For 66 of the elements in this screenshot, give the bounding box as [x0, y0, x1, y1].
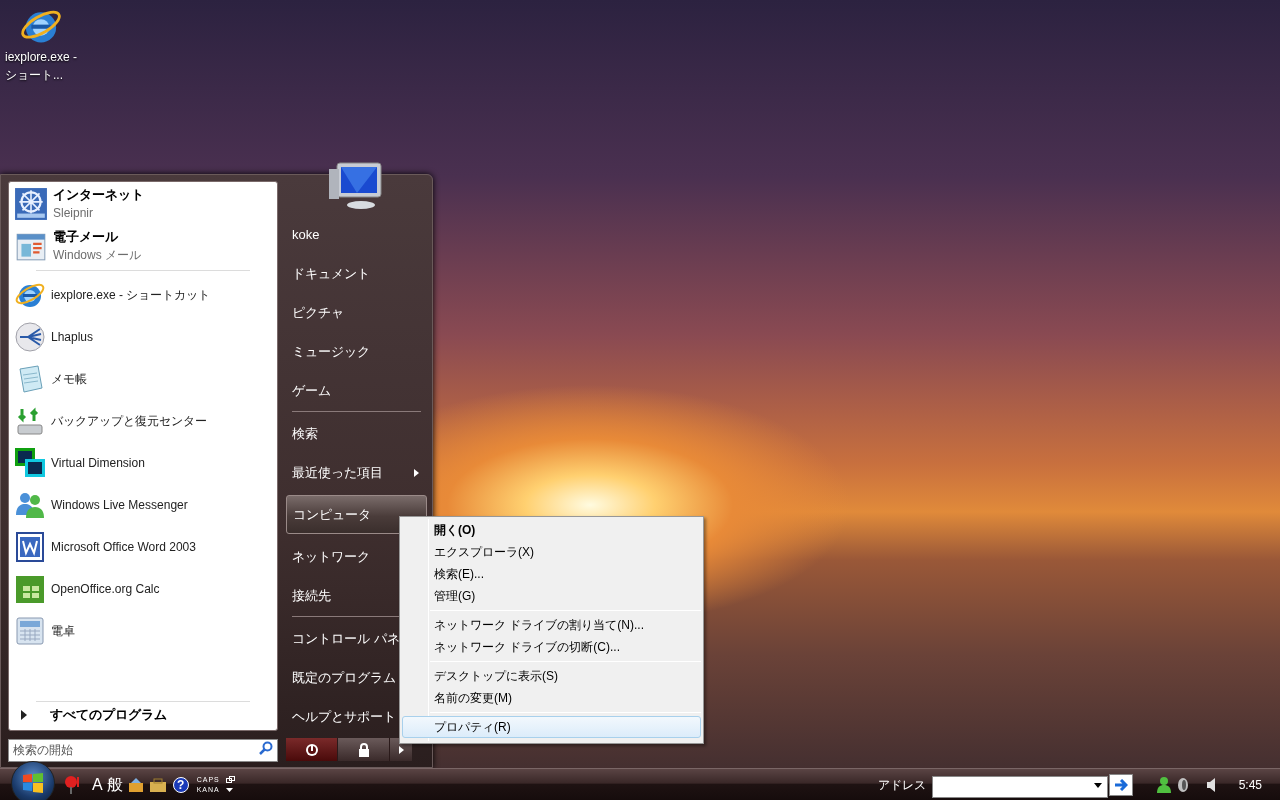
backup-drive-icon: [14, 405, 46, 437]
triangle-icon: [20, 710, 28, 720]
windows-stack-icon: [14, 447, 46, 479]
start-button[interactable]: [11, 761, 55, 800]
address-field[interactable]: [931, 775, 1108, 798]
program-title: インターネット: [53, 186, 144, 204]
go-button[interactable]: [1108, 773, 1133, 796]
place-item[interactable]: 検索: [286, 414, 427, 453]
program-item[interactable]: Lhaplus: [12, 316, 274, 358]
place-item[interactable]: ピクチャ: [286, 293, 427, 332]
spreadsheet-icon: [14, 573, 46, 605]
windows-flag-icon: [22, 772, 44, 794]
calculator-icon: [14, 615, 46, 647]
lock-button[interactable]: [338, 738, 390, 761]
address-label: アドレス: [877, 776, 926, 794]
all-programs-item[interactable]: すべてのプログラム: [12, 702, 274, 728]
fan-icon: [14, 321, 46, 353]
power-button[interactable]: [286, 738, 338, 761]
context-menu-item[interactable]: エクスプローラ(X): [402, 541, 701, 563]
context-menu-item[interactable]: 管理(G): [402, 585, 701, 607]
context-menu-item[interactable]: デスクトップに表示(S): [402, 665, 701, 687]
search-icon: [259, 741, 273, 755]
place-item[interactable]: コンピュータ: [286, 495, 427, 534]
pushpin-icon[interactable]: [64, 774, 82, 795]
program-item[interactable]: バックアップと復元センター: [12, 400, 274, 442]
document-icon: [14, 531, 46, 563]
help-button[interactable]: ?: [172, 776, 189, 793]
restore-icon: [225, 776, 235, 783]
caret-icon: [225, 787, 233, 792]
place-item[interactable]: ドキュメント: [286, 254, 427, 293]
program-item[interactable]: 電卓: [12, 610, 274, 652]
pinned-program-item[interactable]: インターネット Sleipnir: [12, 183, 274, 225]
program-item[interactable]: iexplore.exe - ショートカット: [12, 274, 274, 316]
wheel-icon: [14, 187, 48, 221]
program-subtitle: Windows メール: [53, 247, 141, 264]
context-menu-item[interactable]: ネットワーク ドライブの割り当て(N)...: [402, 614, 701, 636]
clock[interactable]: 5:45: [1238, 775, 1262, 794]
submenu-arrow-icon: [414, 468, 419, 477]
place-item[interactable]: ミュージック: [286, 332, 427, 371]
program-item[interactable]: OpenOffice.org Calc: [12, 568, 274, 610]
person-icon[interactable]: [1156, 776, 1171, 793]
triangle-icon: [398, 745, 404, 754]
pinned-program-item[interactable]: 電子メール Windows メール: [12, 225, 274, 267]
power-icon: [304, 742, 319, 757]
ime-mode-indicator[interactable]: 般: [106, 772, 123, 797]
context-menu-item[interactable]: ネットワーク ドライブの切断(C)...: [402, 636, 701, 658]
toolbox-icon[interactable]: [148, 775, 167, 794]
search-field[interactable]: 検索の開始: [8, 738, 278, 762]
arrow-icon: [1113, 778, 1128, 791]
program-item[interactable]: Windows Live Messenger: [12, 484, 274, 526]
place-item[interactable]: koke: [286, 215, 427, 254]
program-item[interactable]: Virtual Dimension: [12, 442, 274, 484]
caret-icon: [1093, 782, 1102, 788]
program-item[interactable]: Microsoft Office Word 2003: [12, 526, 274, 568]
ime-mode-indicator[interactable]: A: [92, 772, 103, 797]
speaker-icon[interactable]: [1206, 777, 1217, 792]
context-menu-item[interactable]: 名前の変更(M): [402, 687, 701, 709]
program-item[interactable]: メモ帳: [12, 358, 274, 400]
program-subtitle: Sleipnir: [53, 205, 95, 222]
place-item[interactable]: ゲーム: [286, 371, 427, 410]
padlock-icon: [357, 742, 370, 757]
context-menu-item[interactable]: 検索(E)...: [402, 563, 701, 585]
program-title: 電子メール: [53, 228, 119, 246]
context-menu-item[interactable]: プロパティ(R): [402, 716, 701, 738]
place-item[interactable]: 最近使った項目: [286, 453, 427, 492]
desktop-icon-label[interactable]: iexplore.exe - ショート...: [3, 48, 79, 84]
